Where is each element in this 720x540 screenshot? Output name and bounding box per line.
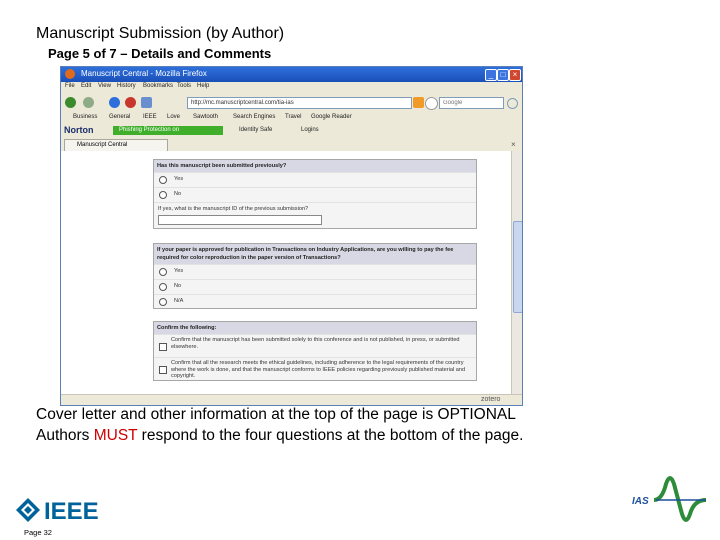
menu-edit[interactable]: Edit — [81, 83, 91, 89]
caption-suffix: respond to the four questions at the bot… — [137, 427, 524, 444]
question-text: Has this manuscript been submitted previ… — [154, 160, 476, 172]
option-label: No — [174, 191, 182, 197]
ias-logo-text: IAS — [632, 496, 649, 507]
address-bar[interactable] — [187, 97, 412, 109]
norton-toolbar: Norton Phishing Protection on Identity S… — [61, 124, 522, 138]
back-arrow-icon[interactable] — [65, 97, 76, 108]
ieee-logo: IEEE — [16, 498, 99, 524]
followup-label: If yes, what is the manuscript ID of the… — [158, 206, 309, 212]
option-row: N/A — [154, 294, 476, 309]
caption-must: Authors MUST respond to the four questio… — [36, 427, 523, 445]
close-icon[interactable]: × — [509, 69, 521, 81]
scroll-thumb[interactable] — [513, 221, 522, 313]
previous-manuscript-id-input[interactable] — [158, 215, 322, 225]
radio-yes[interactable] — [159, 268, 167, 276]
minimize-icon[interactable]: _ — [485, 69, 497, 81]
page-number: Page 32 — [24, 528, 52, 537]
confirm-heading: Confirm the following: — [154, 322, 476, 334]
menu-tools[interactable]: Tools — [177, 83, 191, 89]
bookmark-ieee[interactable]: IEEE — [143, 114, 157, 120]
confirm-row: Confirm that all the research meets the … — [154, 357, 476, 382]
ieee-logo-text: IEEE — [44, 498, 99, 524]
bookmark-sawtooth[interactable]: Sawtooth — [193, 114, 218, 120]
status-bar: zotero — [61, 394, 522, 405]
option-row: Yes — [154, 264, 476, 279]
window-title: Manuscript Central - Mozilla Firefox — [81, 69, 207, 78]
bookmark-general[interactable]: General — [109, 114, 130, 120]
radio-no[interactable] — [159, 283, 167, 291]
tab-bar: Manuscript Central × — [61, 137, 522, 151]
caption-prefix: Authors — [36, 427, 94, 444]
bookmark-business[interactable]: Business — [73, 114, 97, 120]
caption-emphasis: MUST — [93, 427, 138, 444]
forward-arrow-icon[interactable] — [83, 97, 94, 108]
option-label: N/A — [174, 298, 184, 304]
menu-file[interactable]: File — [65, 83, 75, 89]
question-color-fee: If your paper is approved for publicatio… — [153, 243, 477, 309]
confirm-checkbox-ethics[interactable] — [159, 366, 167, 374]
bookmark-google-reader[interactable]: Google Reader — [311, 114, 352, 120]
search-input[interactable] — [439, 97, 504, 109]
menu-bar: File Edit View History Bookmarks Tools H… — [61, 82, 522, 93]
page-content: Has this manuscript been submitted previ… — [61, 151, 511, 394]
menu-history[interactable]: History — [117, 83, 136, 89]
vertical-scrollbar[interactable] — [511, 151, 522, 394]
radio-no[interactable] — [159, 191, 167, 199]
confirm-text: Confirm that the manuscript has been sub… — [171, 337, 460, 350]
radio-yes[interactable] — [159, 176, 167, 184]
caption-optional: Cover letter and other information at th… — [36, 406, 516, 423]
option-row: No — [154, 279, 476, 294]
radio-na[interactable] — [159, 298, 167, 306]
menu-view[interactable]: View — [98, 83, 111, 89]
confirm-section: Confirm the following: Confirm that the … — [153, 321, 477, 381]
menu-bookmarks[interactable]: Bookmarks — [143, 83, 173, 89]
search-icon[interactable] — [507, 98, 518, 109]
stop-icon[interactable] — [125, 97, 136, 108]
slide-title: Manuscript Submission (by Author) — [36, 25, 285, 42]
norton-logo: Norton — [64, 125, 94, 135]
bookmark-search-engines[interactable]: Search Engines — [233, 114, 275, 120]
refresh-icon[interactable] — [109, 97, 120, 108]
ias-logo: IAS — [632, 476, 707, 522]
option-label: No — [174, 283, 182, 289]
home-icon[interactable] — [141, 97, 152, 108]
tab-close-icon[interactable]: × — [511, 140, 516, 149]
browser-window: Manuscript Central - Mozilla Firefox _ □… — [60, 66, 523, 406]
window-titlebar[interactable]: Manuscript Central - Mozilla Firefox _ □… — [61, 67, 522, 82]
followup-row: If yes, what is the manuscript ID of the… — [154, 202, 476, 229]
navigation-toolbar — [61, 93, 522, 113]
identity-safe-button[interactable]: Identity Safe — [239, 127, 272, 133]
option-label: Yes — [174, 268, 184, 274]
confirm-text: Confirm that all the research meets the … — [171, 360, 466, 379]
confirm-checkbox-original[interactable] — [159, 343, 167, 351]
google-icon[interactable] — [425, 97, 438, 110]
option-row: No — [154, 187, 476, 202]
slide-subtitle: Page 5 of 7 – Details and Comments — [48, 46, 272, 61]
option-row: Yes — [154, 172, 476, 187]
question-text: If your paper is approved for publicatio… — [154, 244, 476, 264]
bookmark-love[interactable]: Love — [167, 114, 180, 120]
option-label: Yes — [174, 176, 184, 182]
maximize-icon[interactable]: □ — [497, 69, 509, 81]
question-previous-submission: Has this manuscript been submitted previ… — [153, 159, 477, 229]
firefox-icon — [65, 69, 75, 79]
rss-icon[interactable] — [413, 97, 424, 108]
phishing-protection-button[interactable]: Phishing Protection on — [113, 126, 223, 135]
tab-manuscript-central[interactable]: Manuscript Central — [64, 139, 168, 151]
logins-button[interactable]: Logins — [301, 127, 319, 133]
bookmark-travel[interactable]: Travel — [285, 114, 301, 120]
menu-help[interactable]: Help — [197, 83, 209, 89]
confirm-row: Confirm that the manuscript has been sub… — [154, 334, 476, 357]
zotero-status[interactable]: zotero — [481, 396, 500, 403]
